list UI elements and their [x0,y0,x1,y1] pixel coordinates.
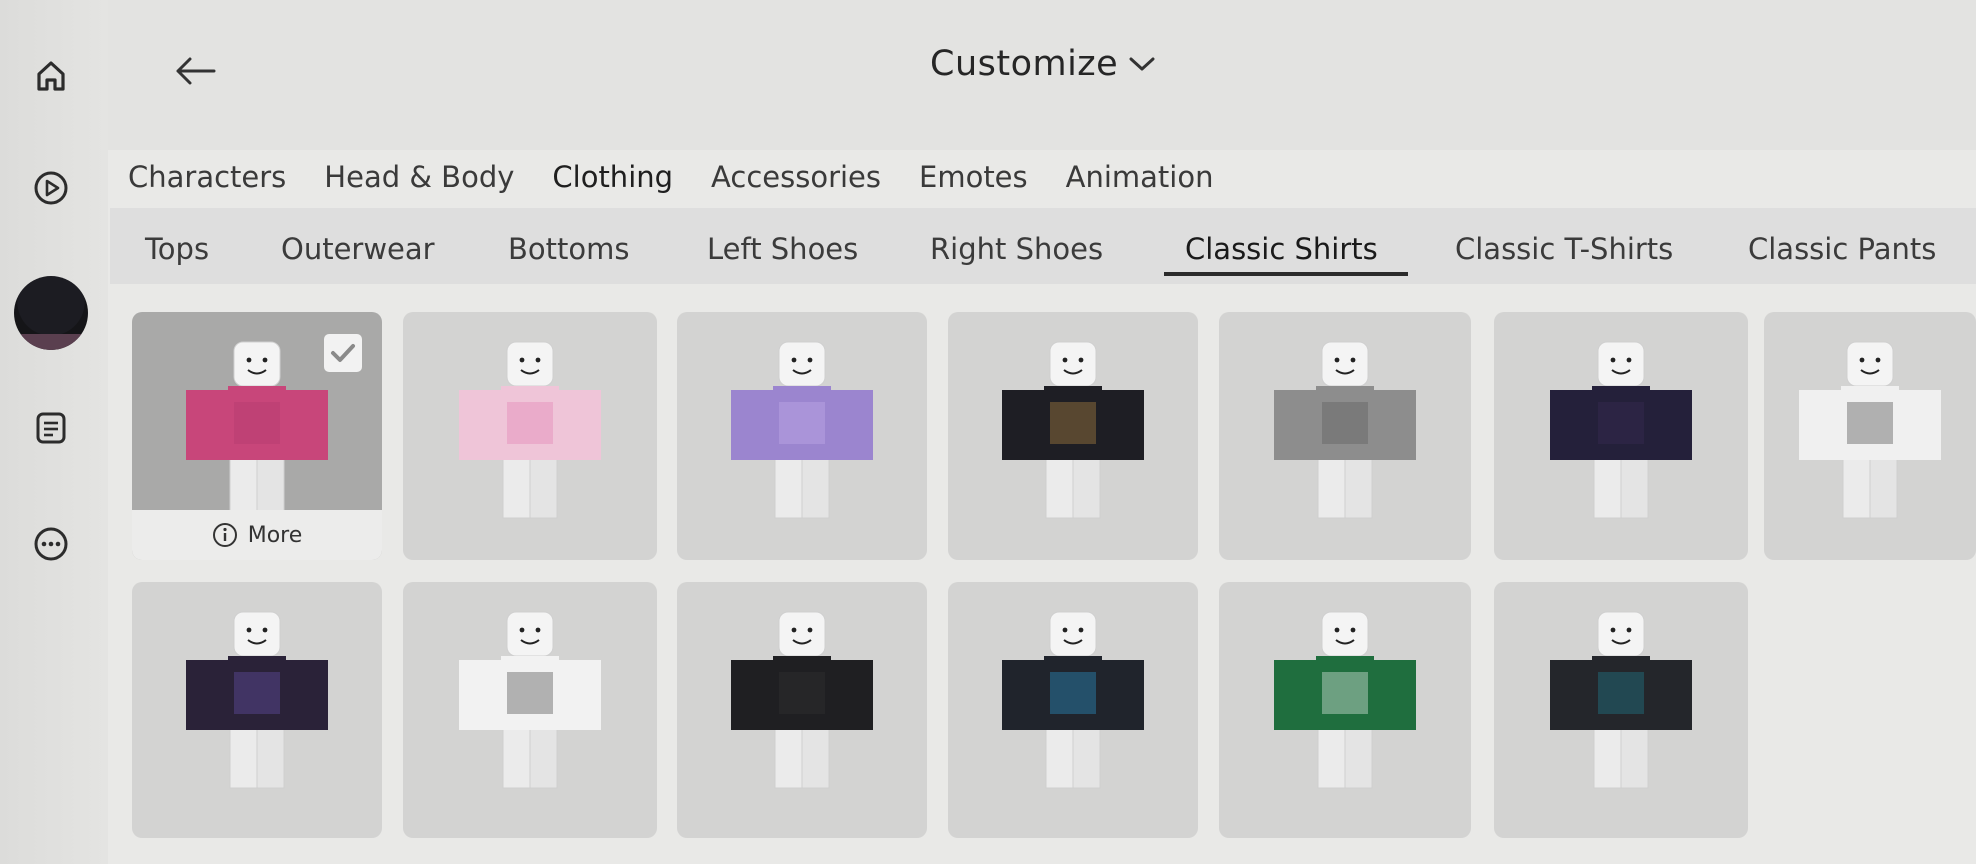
shirt-item-card[interactable] [948,582,1198,838]
shirt-item-card[interactable] [1219,312,1471,560]
avatar-preview [1002,611,1144,789]
avatar-preview [1550,611,1692,789]
avatar-preview [1274,341,1416,519]
shirt-item-card[interactable] [1494,582,1748,838]
shirt-item-card[interactable] [677,312,927,560]
subtab-right-shoes[interactable]: Right Shoes [930,232,1103,266]
checkmark-icon [324,334,362,372]
category-tabs: Characters Head & Body Clothing Accessor… [128,160,1252,194]
page-title: Customize [930,44,1119,84]
avatar-preview [186,341,328,519]
play-icon[interactable] [27,164,75,212]
shirt-item-card[interactable] [132,582,382,838]
page-title-dropdown[interactable]: Customize [930,44,1156,84]
active-tab-indicator [1164,272,1408,276]
avatar-preview [731,341,873,519]
more-label: More [247,522,303,548]
tab-accessories[interactable]: Accessories [711,160,881,194]
tab-animation[interactable]: Animation [1066,160,1214,194]
avatar-preview [731,611,873,789]
arrow-left-icon [176,57,216,85]
subtab-classic-tshirts[interactable]: Classic T-Shirts [1455,232,1673,266]
chevron-down-icon [1129,57,1155,71]
avatar-preview [1002,341,1144,519]
avatar-preview [459,611,601,789]
avatar[interactable] [14,276,88,350]
shirt-item-card[interactable] [1764,312,1976,560]
subtab-bottoms[interactable]: Bottoms [508,232,629,266]
subtab-classic-pants[interactable]: Classic Pants [1748,232,1936,266]
info-icon [212,523,237,547]
left-nav-rail [0,0,108,864]
subtab-classic-shirts[interactable]: Classic Shirts [1185,232,1378,266]
subtab-left-shoes[interactable]: Left Shoes [707,232,858,266]
shirt-item-card[interactable] [677,582,927,838]
avatar-preview [1274,611,1416,789]
shirt-item-card[interactable] [1219,582,1471,838]
tab-clothing[interactable]: Clothing [552,160,673,194]
shirt-item-card[interactable]: More [132,312,382,560]
tab-emotes[interactable]: Emotes [919,160,1028,194]
avatar-preview [459,341,601,519]
subtab-outerwear[interactable]: Outerwear [281,232,435,266]
more-icon[interactable] [27,520,75,568]
shirt-item-card[interactable] [403,582,657,838]
shirt-item-card[interactable] [948,312,1198,560]
avatar-preview [186,611,328,789]
more-button[interactable]: More [132,510,382,560]
tab-head-body[interactable]: Head & Body [324,160,514,194]
shirt-item-card[interactable] [1494,312,1748,560]
tab-characters[interactable]: Characters [128,160,286,194]
subtab-tops[interactable]: Tops [145,232,209,266]
avatar-preview [1799,341,1941,519]
home-icon[interactable] [27,52,75,100]
notes-icon[interactable] [27,404,75,452]
back-button[interactable] [172,48,218,94]
avatar-preview [1550,341,1692,519]
shirt-item-card[interactable] [403,312,657,560]
